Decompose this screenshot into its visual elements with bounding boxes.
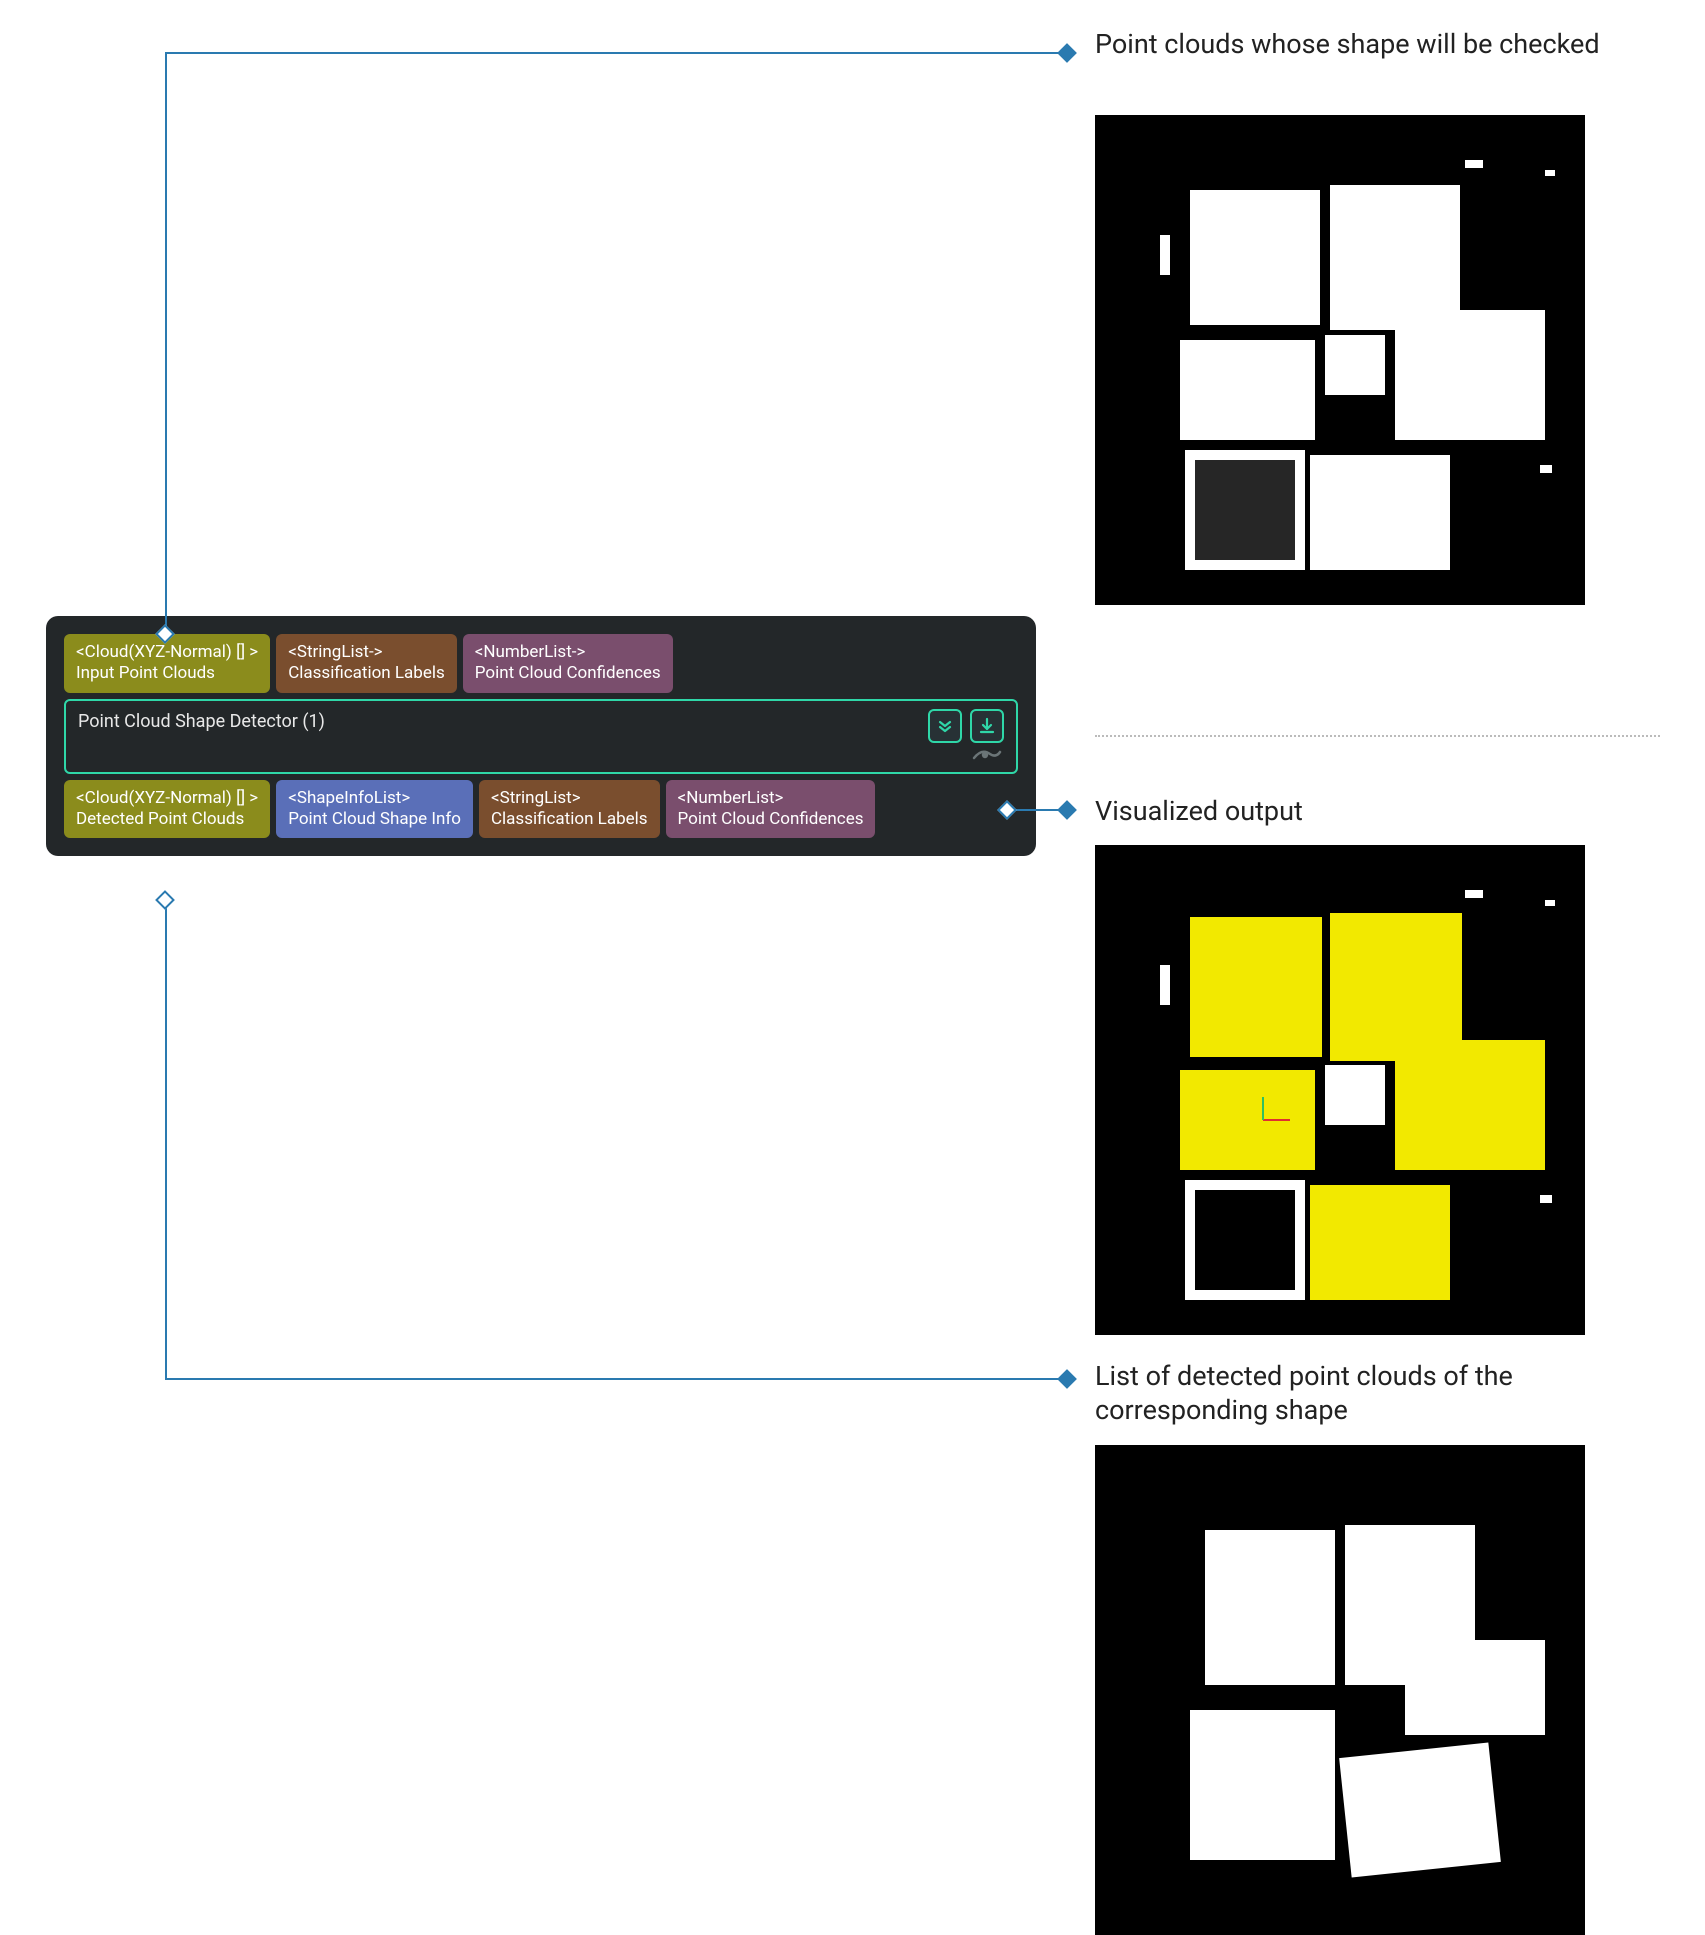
port-type-label: <Cloud(XYZ-Normal) [] >: [76, 788, 258, 809]
port-name-label: Classification Labels: [288, 663, 445, 684]
port-name-label: Input Point Clouds: [76, 663, 258, 684]
connector-line: [165, 54, 167, 634]
connector-endpoint-icon: [1057, 43, 1077, 63]
connector-endpoint-icon: [1057, 800, 1077, 820]
output-port-classification-labels[interactable]: <StringList> Classification Labels: [479, 780, 660, 839]
output-port-point-cloud-shape-info[interactable]: <ShapeInfoList> Point Cloud Shape Info: [276, 780, 473, 839]
port-type-label: <Cloud(XYZ-Normal) [] >: [76, 642, 258, 663]
annotation-visualized: Visualized output: [1095, 795, 1303, 829]
connector-line: [165, 1378, 1065, 1380]
node-point-cloud-shape-detector[interactable]: <Cloud(XYZ-Normal) [] > Input Point Clou…: [46, 616, 1036, 856]
input-port-input-point-clouds[interactable]: <Cloud(XYZ-Normal) [] > Input Point Clou…: [64, 634, 270, 693]
download-icon[interactable]: [970, 709, 1004, 743]
port-type-label: <NumberList->: [475, 642, 661, 663]
annotation-input: Point clouds whose shape will be checked: [1095, 28, 1635, 62]
input-port-classification-labels[interactable]: <StringList-> Classification Labels: [276, 634, 457, 693]
thumbnail-visualized-output: [1095, 845, 1585, 1335]
input-port-point-cloud-confidences[interactable]: <NumberList-> Point Cloud Confidences: [463, 634, 673, 693]
dotted-separator: [1095, 735, 1660, 737]
port-name-label: Point Cloud Shape Info: [288, 809, 461, 830]
visualize-icon[interactable]: [970, 742, 1004, 766]
port-name-label: Classification Labels: [491, 809, 648, 830]
annotation-detected: List of detected point clouds of the cor…: [1095, 1360, 1635, 1428]
node-title-band[interactable]: Point Cloud Shape Detector (1): [64, 699, 1018, 774]
collapse-icon[interactable]: [928, 709, 962, 743]
thumbnail-input-pointcloud: [1095, 115, 1585, 605]
connector-line: [165, 52, 1065, 54]
port-type-label: <NumberList>: [678, 788, 864, 809]
input-port-row: <Cloud(XYZ-Normal) [] > Input Point Clou…: [64, 634, 1018, 693]
connector-endpoint-icon: [1057, 1369, 1077, 1389]
port-name-label: Point Cloud Confidences: [678, 809, 864, 830]
thumbnail-detected-pointcloud: [1095, 1445, 1585, 1935]
node-title: Point Cloud Shape Detector (1): [78, 711, 325, 732]
output-port-detected-point-clouds[interactable]: <Cloud(XYZ-Normal) [] > Detected Point C…: [64, 780, 270, 839]
port-type-label: <ShapeInfoList>: [288, 788, 461, 809]
port-name-label: Point Cloud Confidences: [475, 663, 661, 684]
connector-endpoint-icon: [155, 890, 175, 910]
output-port-row: <Cloud(XYZ-Normal) [] > Detected Point C…: [64, 780, 1018, 839]
connector-line: [165, 900, 167, 1380]
output-port-point-cloud-confidences[interactable]: <NumberList> Point Cloud Confidences: [666, 780, 876, 839]
port-type-label: <StringList>: [491, 788, 648, 809]
port-type-label: <StringList->: [288, 642, 445, 663]
port-name-label: Detected Point Clouds: [76, 809, 258, 830]
